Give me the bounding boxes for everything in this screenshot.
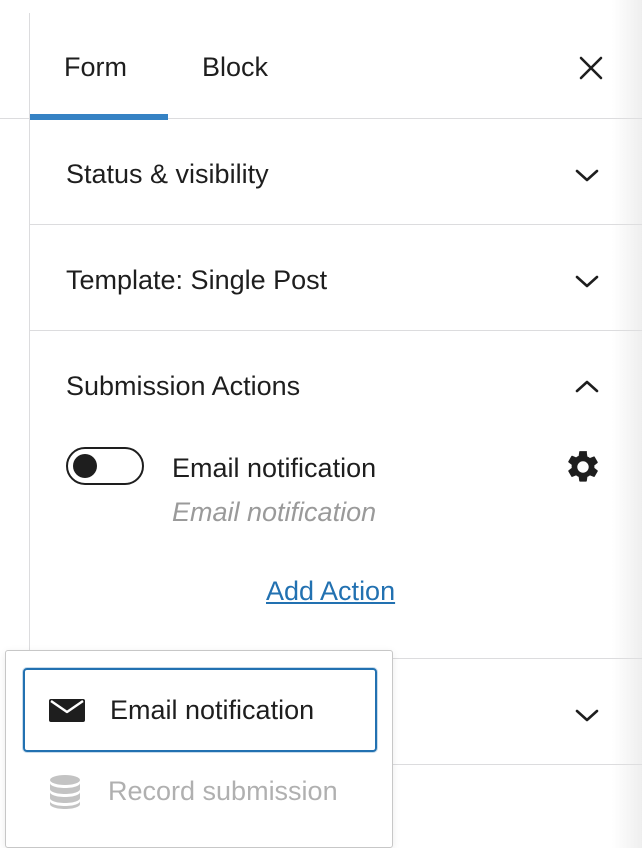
chevron-up-icon[interactable] (572, 375, 602, 399)
panel-status-visibility[interactable]: Status & visibility (30, 119, 642, 225)
panel-title: Template: Single Post (66, 265, 328, 295)
close-icon[interactable] (576, 53, 606, 83)
chevron-down-icon[interactable] (572, 163, 602, 187)
email-notification-toggle[interactable] (66, 447, 144, 485)
gear-icon[interactable] (564, 448, 602, 486)
sidebar-tabs: Form Block (30, 13, 642, 120)
panel-title[interactable]: Submission Actions (66, 371, 300, 402)
canvas-divider (0, 118, 30, 119)
panel-submission-actions: Submission Actions Email notification Em… (30, 331, 642, 659)
tab-block[interactable]: Block (168, 13, 302, 119)
chevron-down-icon[interactable] (572, 703, 602, 727)
menu-item-label: Email notification (110, 694, 315, 725)
panel-template[interactable]: Template: Single Post (30, 225, 642, 331)
menu-item-record-submission[interactable]: Record submission (23, 749, 377, 833)
envelope-icon (49, 699, 85, 722)
tab-form[interactable]: Form (30, 13, 168, 120)
panel-title: Status & visibility (66, 159, 269, 189)
menu-item-email-notification[interactable]: Email notification (23, 668, 377, 752)
action-row-email-notification: Email notification Email notification (66, 447, 606, 537)
menu-item-label: Record submission (108, 775, 338, 806)
action-description: Email notification (172, 497, 377, 527)
database-icon (50, 775, 80, 809)
toggle-knob (73, 454, 97, 478)
chevron-down-icon[interactable] (572, 269, 602, 293)
action-label: Email notification (172, 453, 377, 483)
add-action-link[interactable]: Add Action (266, 576, 395, 607)
add-action-menu: Email notification Record submission (5, 650, 393, 848)
